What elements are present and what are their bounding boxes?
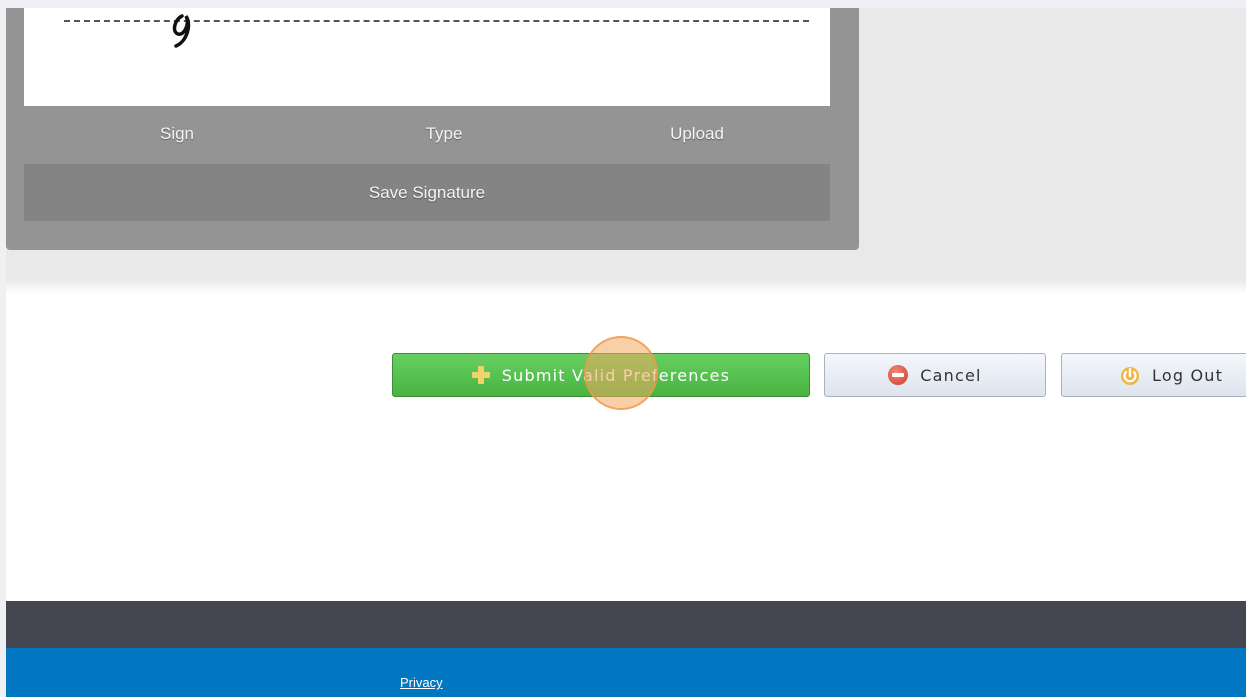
tab-upload[interactable]: Upload — [637, 114, 757, 154]
submit-label: Submit Valid Preferences — [501, 365, 731, 385]
no-entry-icon — [888, 365, 909, 385]
footer-blue-bar: Privacy — [6, 648, 1246, 697]
signature-panel: Sign Type Upload Save Signature — [6, 8, 859, 250]
log-out-button[interactable]: Log Out — [1061, 353, 1246, 397]
cancel-button[interactable]: Cancel — [824, 353, 1046, 397]
tab-type[interactable]: Type — [384, 114, 504, 154]
plus-icon — [471, 366, 490, 384]
page: Sign Type Upload Save Signature Submit V… — [6, 8, 1246, 697]
power-icon — [1121, 367, 1139, 385]
save-signature-button[interactable]: Save Signature — [24, 164, 830, 221]
footer-dark-bar — [6, 601, 1246, 648]
cancel-label: Cancel — [920, 365, 982, 385]
signature-tabs: Sign Type Upload — [24, 114, 830, 154]
logout-label: Log Out — [1152, 365, 1224, 385]
signature-canvas[interactable] — [24, 8, 830, 106]
section-divider — [6, 280, 1246, 294]
submit-preferences-button[interactable]: Submit Valid Preferences — [392, 353, 810, 397]
tab-sign[interactable]: Sign — [117, 114, 237, 154]
signature-stroke — [172, 14, 191, 48]
signature-section: Sign Type Upload Save Signature — [6, 8, 1246, 280]
privacy-link[interactable]: Privacy — [400, 675, 443, 690]
